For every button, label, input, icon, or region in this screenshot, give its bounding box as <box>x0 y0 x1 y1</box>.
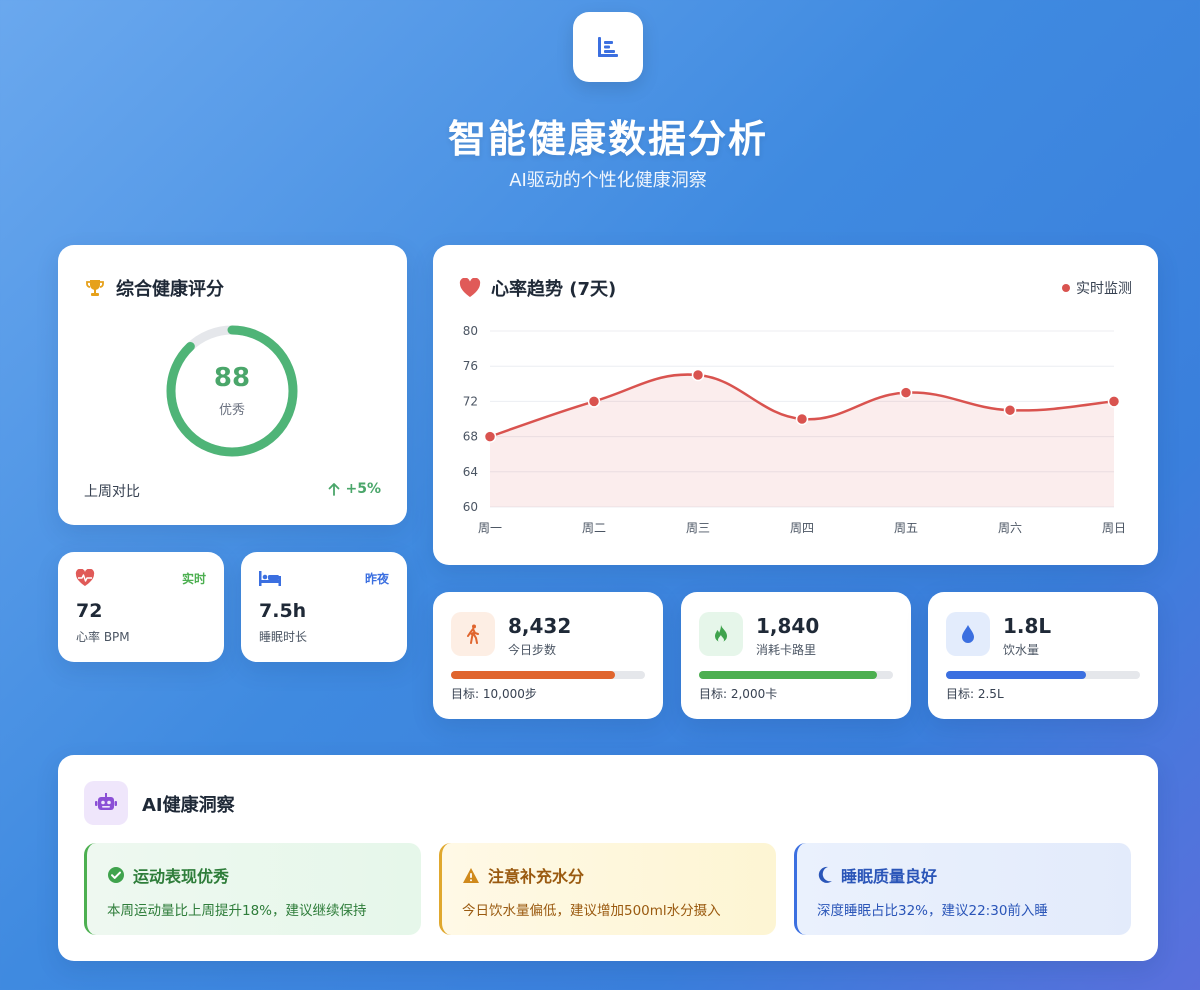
compare-label: 上周对比 <box>84 484 140 500</box>
live-dot <box>1062 284 1070 292</box>
chart-title: 心率趋势 (7天) <box>491 279 617 300</box>
insight-exercise: 运动表现优秀 本周运动量比上周提升18%，建议继续保持 <box>84 843 421 935</box>
x-tick-label: 周六 <box>998 521 1022 535</box>
ai-insights-card: AI健康洞察 运动表现优秀 本周运动量比上周提升18%，建议继续保持 注意补充水… <box>58 755 1158 961</box>
warning-icon <box>463 867 479 883</box>
fire-icon <box>715 625 727 643</box>
heart-rate-label: 心率 BPM <box>76 630 130 644</box>
calories-label: 消耗卡路里 <box>756 643 817 657</box>
water-progress-fill <box>946 671 1086 679</box>
series-area <box>490 374 1114 507</box>
calories-card: 1,840 消耗卡路里 目标: 2,000卡 <box>681 592 911 719</box>
steps-card: 8,432 今日步数 目标: 10,000步 <box>433 592 663 719</box>
moon-icon <box>818 866 832 883</box>
insight-hydration-title: 注意补充水分 <box>488 867 585 886</box>
sleep-tag: 昨夜 <box>364 572 389 586</box>
bed-icon <box>259 571 281 586</box>
heart-rate-value: 72 <box>76 600 103 622</box>
steps-progress-fill <box>451 671 615 679</box>
app-logo <box>573 12 643 82</box>
insight-sleep-text: 深度睡眠占比32%，建议22:30前入睡 <box>817 903 1048 919</box>
steps-goal: 目标: 10,000步 <box>451 687 537 701</box>
water-goal: 目标: 2.5L <box>946 687 1004 701</box>
data-point <box>1003 403 1017 417</box>
heart-rate-chart-card: 60 64 68 72 76 80 周一 周二 周三 周四 周五 周六 周日 心率趋势 (7天) 实时监… <box>433 245 1158 565</box>
y-tick-label: 64 <box>463 465 478 479</box>
walking-icon <box>467 624 479 644</box>
live-monitor-indicator: 实时监测 <box>1062 278 1132 298</box>
page-title: 智能健康数据分析 <box>447 117 768 161</box>
bar-chart-icon <box>598 37 618 57</box>
water-drop-icon <box>962 625 974 643</box>
compare-value: +5% <box>328 481 382 497</box>
steps-progress-bar <box>451 671 645 679</box>
trophy-icon <box>86 280 104 296</box>
check-circle-icon <box>108 867 124 883</box>
heart-rate-tag: 实时 <box>181 572 206 586</box>
water-label: 饮水量 <box>1003 643 1040 657</box>
y-tick-label: 68 <box>463 430 478 444</box>
score-value: 88 <box>213 363 251 393</box>
insight-exercise-text: 本周运动量比上周提升18%，建议继续保持 <box>107 903 367 919</box>
y-tick-label: 76 <box>463 359 478 373</box>
water-card: 1.8L 饮水量 目标: 2.5L <box>928 592 1158 719</box>
heart-icon <box>459 278 481 297</box>
heart-pulse-icon <box>75 569 95 586</box>
y-tick-label: 72 <box>463 394 478 408</box>
data-point <box>795 412 809 426</box>
data-point <box>899 386 913 399</box>
x-tick-label: 周日 <box>1102 521 1126 535</box>
insight-hydration-text: 今日饮水量偏低，建议增加500ml水分摄入 <box>462 903 721 919</box>
data-point <box>691 368 705 382</box>
water-value: 1.8L <box>1003 614 1052 638</box>
insight-sleep: 睡眠质量良好 深度睡眠占比32%，建议22:30前入睡 <box>794 843 1131 935</box>
y-tick-label: 60 <box>463 500 478 514</box>
robot-icon <box>95 793 117 810</box>
heart-rate-card: 实时 72 心率 BPM <box>58 552 224 662</box>
steps-value: 8,432 <box>508 614 572 638</box>
calories-goal: 目标: 2,000卡 <box>699 687 778 701</box>
calories-progress-bar <box>699 671 893 679</box>
sleep-label: 睡眠时长 <box>259 630 308 644</box>
compare-value-text: +5% <box>345 481 382 497</box>
score-grade: 优秀 <box>218 403 245 418</box>
x-tick-label: 周四 <box>790 521 814 535</box>
calories-progress-fill <box>699 671 878 679</box>
insight-exercise-title: 运动表现优秀 <box>133 867 230 886</box>
steps-icon-box <box>451 612 495 656</box>
sleep-card: 昨夜 7.5h 睡眠时长 <box>241 552 407 662</box>
y-tick-label: 80 <box>463 324 478 338</box>
water-icon-box <box>946 612 990 656</box>
live-label: 实时监测 <box>1076 281 1132 297</box>
calories-icon-box <box>699 612 743 656</box>
calories-value: 1,840 <box>756 614 820 638</box>
insight-hydration: 注意补充水分 今日饮水量偏低，建议增加500ml水分摄入 <box>439 843 776 935</box>
data-point <box>1107 395 1121 408</box>
arrow-up-icon <box>328 483 339 496</box>
page-subtitle: AI驱动的个性化健康洞察 <box>509 170 707 191</box>
x-tick-label: 周二 <box>582 521 606 535</box>
water-progress-bar <box>946 671 1140 679</box>
score-card-title: 综合健康评分 <box>116 279 224 300</box>
x-tick-label: 周三 <box>686 521 710 535</box>
sleep-value: 7.5h <box>259 600 307 622</box>
ai-insights-title: AI健康洞察 <box>142 795 235 816</box>
insight-sleep-title: 睡眠质量良好 <box>841 867 938 886</box>
ai-icon-box <box>84 781 128 825</box>
health-score-card: 综合健康评分 88 优秀 上周对比 +5% <box>58 245 407 525</box>
data-point <box>483 430 497 443</box>
x-tick-label: 周五 <box>894 521 918 535</box>
x-tick-label: 周一 <box>478 521 502 535</box>
steps-label: 今日步数 <box>508 643 557 657</box>
data-point <box>587 395 601 408</box>
